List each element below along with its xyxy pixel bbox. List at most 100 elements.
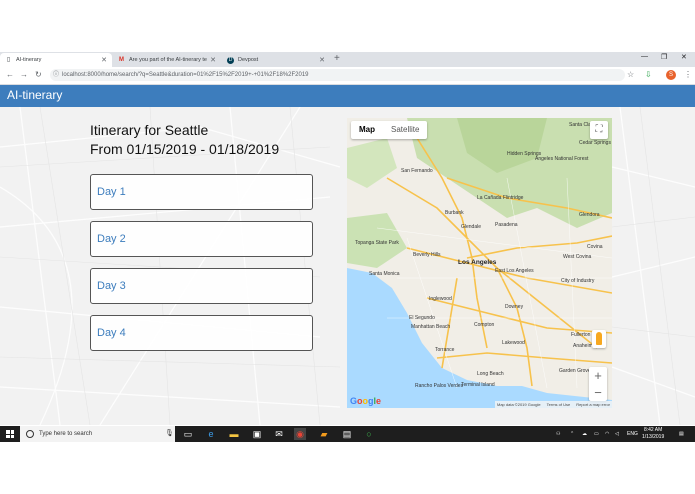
menu-kebab-icon[interactable]: ⋮ (684, 70, 692, 79)
map-label: City of Industry (561, 278, 595, 284)
windows-taskbar: Type here to search 🎙 ▭ e ▬ ▣ ✉ ◉ ▰ ▤ ○ … (0, 426, 695, 442)
show-hidden-icons[interactable]: ⌃ (570, 426, 574, 442)
address-bar[interactable]: ⓘ localhost:8000/home/search/?q=Seattle&… (50, 69, 625, 81)
map-label: Torrance (435, 347, 455, 353)
tab-title: AI-tinerary (16, 57, 42, 63)
map-label: Pasadena (495, 222, 518, 228)
zoom-control: + − (589, 367, 607, 401)
terminal-icon[interactable]: ▤ (341, 428, 353, 440)
google-logo[interactable]: Google (350, 396, 381, 406)
cloud-icon[interactable]: ☁ (582, 426, 587, 442)
tab-title: Devpost (238, 57, 259, 63)
forward-icon[interactable]: → (20, 70, 28, 79)
clock-time: 8:42 AM (643, 427, 663, 433)
notification-icon[interactable]: ▤ (679, 426, 684, 442)
google-map[interactable]: Hidden Springs Angeles National Forest C… (347, 118, 612, 408)
map-label: Rancho Palos Verdes (415, 383, 464, 389)
browser-toolbar: ← → ↻ ⓘ localhost:8000/home/search/?q=Se… (0, 67, 695, 85)
day-2-button[interactable]: Day 2 (90, 221, 313, 257)
windows-start-icon[interactable] (6, 430, 14, 438)
close-tab-icon[interactable]: ✕ (101, 56, 107, 64)
map-label: Long Beach (477, 371, 504, 377)
microphone-icon[interactable]: 🎙 (165, 429, 174, 437)
itinerary-title: Itinerary for Seattle (90, 122, 209, 138)
map-type-map-button[interactable]: Map (351, 121, 383, 139)
map-label: El Segundo (409, 315, 435, 321)
url-text: localhost:8000/home/search/?q=Seattle&du… (62, 72, 309, 78)
window-close-icon[interactable]: ✕ (681, 53, 687, 61)
map-type-satellite-button[interactable]: Satellite (383, 121, 427, 139)
map-label: Los Angeles (458, 259, 497, 266)
close-tab-icon[interactable]: ✕ (319, 56, 325, 64)
extension-icon[interactable]: ⇩ (645, 70, 652, 79)
browser-tab-devpost[interactable]: D Devpost ✕ (222, 53, 330, 67)
report-map-error-link[interactable]: Report a map error (576, 401, 610, 408)
map-label: East Los Angeles (495, 268, 534, 274)
mail-icon[interactable]: ✉ (273, 428, 285, 440)
minimize-icon[interactable]: — (641, 53, 648, 60)
language-indicator[interactable]: ENG (627, 426, 638, 442)
map-label: Terminal Island (461, 382, 495, 388)
street-view-pegman-icon[interactable] (592, 330, 606, 348)
day-3-button[interactable]: Day 3 (90, 268, 313, 304)
fullscreen-icon[interactable]: ⛶ (590, 121, 608, 139)
reload-icon[interactable]: ↻ (35, 70, 42, 79)
zoom-in-button[interactable]: + (589, 367, 607, 384)
new-tab-button[interactable]: + (334, 53, 340, 65)
map-label: Burbank (445, 210, 464, 216)
map-label: West Covina (563, 254, 592, 260)
brand-link[interactable]: AI-tinerary (7, 88, 62, 102)
bookmark-star-icon[interactable]: ☆ (627, 70, 634, 79)
itinerary-dates: From 01/15/2019 - 01/18/2019 (90, 141, 280, 157)
chrome-icon[interactable]: ◉ (294, 428, 306, 440)
map-label: Anaheim (573, 343, 593, 349)
map-label: San Fernando (401, 168, 433, 174)
info-icon[interactable]: ⓘ (53, 69, 59, 81)
map-label: Lakewood (502, 340, 525, 346)
browser-tab-gmail[interactable]: M Are you part of the AI-tinerary te ✕ (113, 53, 221, 67)
battery-icon[interactable]: ▭ (594, 426, 599, 442)
back-icon[interactable]: ← (6, 70, 14, 79)
screen-bottom-margin (0, 442, 695, 494)
taskbar-clock[interactable]: 8:42 AM 1/13/2019 (642, 427, 664, 441)
clock-date: 1/13/2019 (642, 434, 665, 440)
terms-of-use-link[interactable]: Terms of Use (547, 401, 571, 408)
map-label: Topanga State Park (355, 240, 399, 246)
taskbar-search[interactable]: Type here to search 🎙 (20, 426, 175, 442)
map-label: Cedar Springs (579, 140, 611, 146)
close-tab-icon[interactable]: ✕ (210, 56, 216, 64)
cortana-icon (26, 430, 34, 438)
map-label: Glendora (579, 212, 600, 218)
map-type-control: Map Satellite (351, 121, 428, 139)
map-label: Fullerton (571, 332, 591, 338)
edge-icon[interactable]: e (205, 428, 217, 440)
wifi-icon[interactable]: ◠ (605, 426, 609, 442)
sublime-icon[interactable]: ▰ (318, 428, 330, 440)
map-data-credit: Map data ©2019 Google (496, 402, 541, 407)
day-4-button[interactable]: Day 4 (90, 315, 313, 351)
page-icon: ▯ (6, 56, 11, 63)
day-1-button[interactable]: Day 1 (90, 174, 313, 210)
map-label: La Cañada Flintridge (477, 195, 524, 201)
map-label: Downey (505, 304, 524, 310)
map-label: Santa Monica (369, 271, 400, 277)
map-label: Garden Grove (559, 368, 591, 374)
task-view-icon[interactable]: ▭ (182, 428, 194, 440)
file-explorer-icon[interactable]: ▬ (228, 428, 240, 440)
app-ring-icon[interactable]: ○ (363, 428, 375, 440)
store-icon[interactable]: ▣ (251, 428, 263, 440)
app-navbar: AI-tinerary (0, 85, 695, 107)
page-content: Itinerary for Seattle From 01/15/2019 - … (0, 107, 695, 425)
zoom-out-button[interactable]: − (589, 384, 607, 401)
map-label: Inglewood (429, 296, 452, 302)
search-placeholder: Type here to search (39, 431, 93, 437)
map-label: Angeles National Forest (535, 156, 589, 162)
volume-icon[interactable]: ◁ (615, 426, 619, 442)
map-label: Beverly Hills (413, 252, 441, 258)
browser-tab-strip: ▯ AI-tinerary ✕ M Are you part of the AI… (0, 52, 695, 67)
browser-tab-aitinerary[interactable]: ▯ AI-tinerary ✕ (0, 53, 112, 67)
people-icon[interactable]: ⚇ (556, 426, 560, 442)
restore-icon[interactable]: ❐ (661, 53, 667, 61)
map-label: Compton (474, 322, 495, 328)
profile-avatar[interactable]: S (666, 70, 676, 80)
